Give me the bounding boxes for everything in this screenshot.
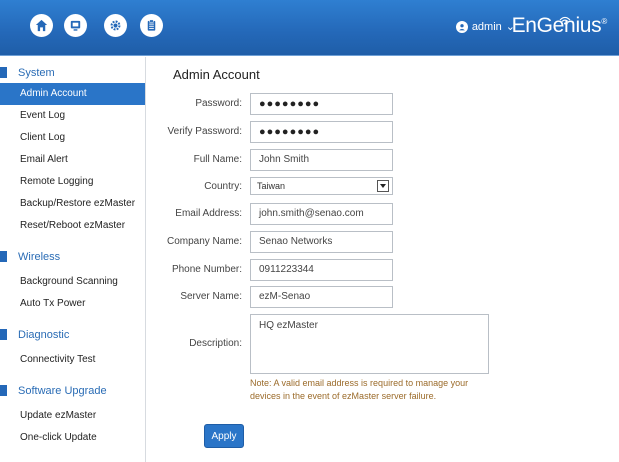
country-label: Country: <box>204 181 242 192</box>
sidebar-section-diagnostic[interactable]: Diagnostic <box>0 325 145 345</box>
company-row: Company Name: Senao Networks <box>146 231 619 253</box>
brand-registered-mark: ® <box>601 17 607 26</box>
password-row: Password: ●●●●●●●● <box>146 93 619 115</box>
apply-button[interactable]: Apply <box>204 424 244 448</box>
sidebar-item-reset-reboot[interactable]: Reset/Reboot ezMaster <box>0 215 145 237</box>
user-icon <box>455 20 468 33</box>
phone-field[interactable]: 0911223344 <box>250 259 393 281</box>
phone-label: Phone Number: <box>171 264 242 275</box>
section-label: System <box>18 67 55 79</box>
note-line-1: Note: A valid email address is required … <box>250 378 469 388</box>
sidebar-item-update-ezmaster[interactable]: Update ezMaster <box>0 405 145 427</box>
company-label: Company Name: <box>166 236 242 247</box>
phone-row: Phone Number: 0911223344 <box>146 259 619 281</box>
wifi-icon <box>559 7 571 31</box>
top-bar: admin ⌄ EnGenius® <box>0 0 619 56</box>
monitor-icon[interactable] <box>64 14 87 37</box>
sidebar-item-connectivity-test[interactable]: Connectivity Test <box>0 349 145 371</box>
user-name: admin <box>471 20 502 33</box>
section-label: Diagnostic <box>18 329 70 341</box>
verify-password-row: Verify Password: ●●●●●●●● <box>146 121 619 143</box>
sidebar-item-remote-logging[interactable]: Remote Logging <box>0 171 145 193</box>
sidebar-item-event-log[interactable]: Event Log <box>0 105 145 127</box>
country-row: Country: Taiwan <box>146 177 619 199</box>
section-label: Software Upgrade <box>18 385 107 397</box>
section-marker <box>0 251 7 262</box>
home-icon[interactable] <box>30 14 53 37</box>
server-label: Server Name: <box>180 291 242 302</box>
verify-password-field[interactable]: ●●●●●●●● <box>250 121 393 143</box>
section-marker <box>0 385 7 396</box>
password-label: Password: <box>195 98 242 109</box>
server-row: Server Name: ezM-Senao <box>146 286 619 308</box>
note-line-2: devices in the event of ezMaster server … <box>250 391 437 401</box>
sidebar-section-system[interactable]: System <box>0 63 145 83</box>
page-title: Admin Account <box>173 67 260 82</box>
sidebar-item-email-alert[interactable]: Email Alert <box>0 149 145 171</box>
password-field[interactable]: ●●●●●●●● <box>250 93 393 115</box>
sidebar-item-background-scanning[interactable]: Background Scanning <box>0 271 145 293</box>
chevron-down-icon[interactable] <box>377 180 389 192</box>
description-label: Description: <box>189 338 242 349</box>
email-label: Email Address: <box>175 208 242 219</box>
section-marker <box>0 67 7 78</box>
brand-logo: EnGenius® <box>511 14 608 38</box>
country-select[interactable]: Taiwan <box>250 177 393 195</box>
email-field[interactable]: john.smith@senao.com <box>250 203 393 225</box>
sidebar: System Admin Account Event Log Client Lo… <box>0 57 146 462</box>
sidebar-section-wireless[interactable]: Wireless <box>0 247 145 267</box>
description-textarea[interactable]: HQ ezMaster <box>250 314 489 374</box>
sidebar-item-client-log[interactable]: Client Log <box>0 127 145 149</box>
email-row: Email Address: john.smith@senao.com <box>146 203 619 225</box>
sidebar-item-auto-tx-power[interactable]: Auto Tx Power <box>0 293 145 315</box>
country-value: Taiwan <box>257 181 286 191</box>
sidebar-item-one-click-update[interactable]: One-click Update <box>0 427 145 449</box>
sidebar-section-software-upgrade[interactable]: Software Upgrade <box>0 381 145 401</box>
email-note: Note: A valid email address is required … <box>250 377 500 403</box>
main-content: Admin Account Password: ●●●●●●●● Verify … <box>146 57 619 462</box>
clipboard-icon[interactable] <box>140 14 163 37</box>
description-row: Description: HQ ezMaster <box>146 314 619 374</box>
company-field[interactable]: Senao Networks <box>250 231 393 253</box>
sidebar-item-backup-restore[interactable]: Backup/Restore ezMaster <box>0 193 145 215</box>
full-name-row: Full Name: John Smith <box>146 149 619 171</box>
full-name-field[interactable]: John Smith <box>250 149 393 171</box>
section-marker <box>0 329 7 340</box>
verify-password-label: Verify Password: <box>167 126 242 137</box>
brand-name: EnGenius <box>511 14 602 37</box>
full-name-label: Full Name: <box>193 154 242 165</box>
server-field[interactable]: ezM-Senao <box>250 286 393 308</box>
user-menu[interactable]: admin ⌄ <box>455 20 515 33</box>
sidebar-item-admin-account[interactable]: Admin Account <box>0 83 145 105</box>
section-label: Wireless <box>18 251 61 263</box>
gear-icon[interactable] <box>104 14 127 37</box>
